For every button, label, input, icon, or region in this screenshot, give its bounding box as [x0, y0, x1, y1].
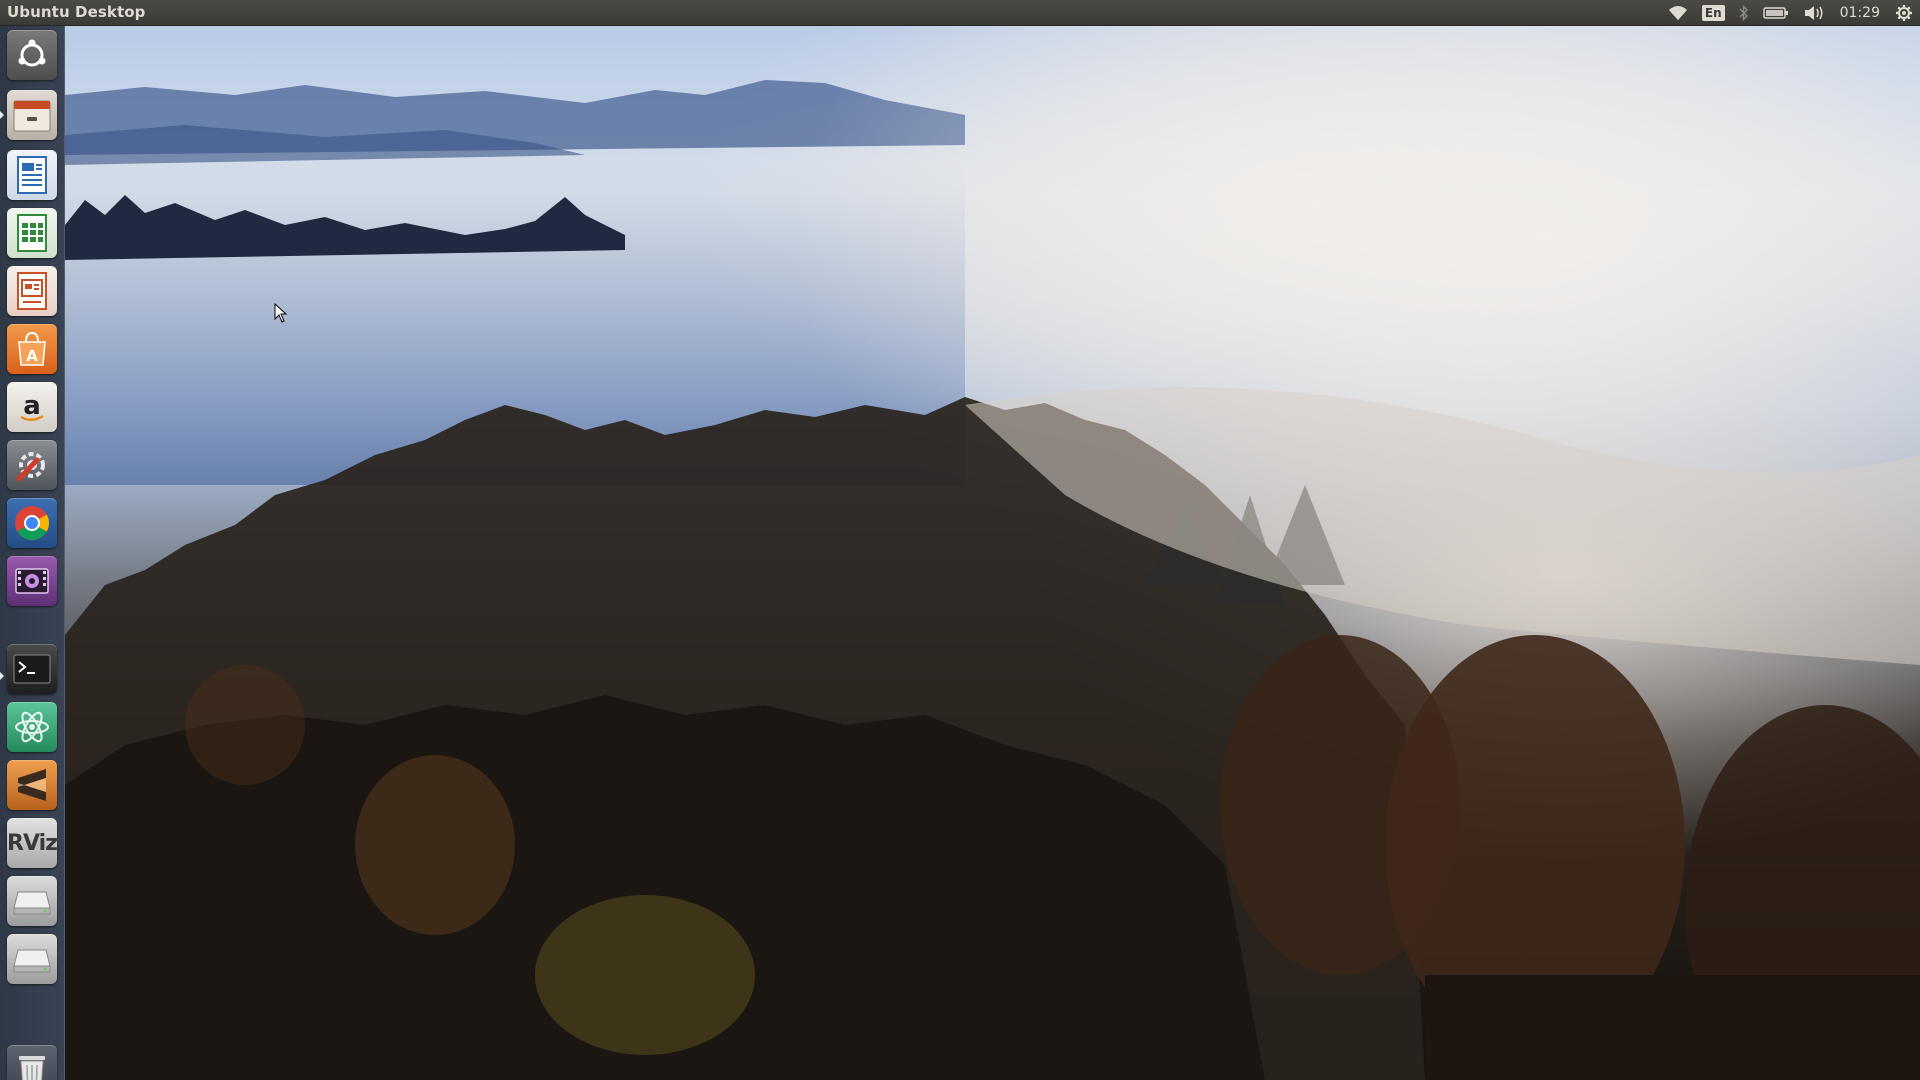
running-indicator [0, 672, 4, 680]
launcher-item-trash[interactable] [7, 1045, 57, 1080]
window-title: Ubuntu Desktop [7, 3, 146, 21]
launcher-item-files[interactable] [7, 90, 57, 140]
file-cabinet-icon [13, 100, 51, 132]
launcher-item-chrome[interactable] [7, 498, 57, 548]
launcher-item-dash[interactable] [7, 30, 57, 80]
launcher-item-impress[interactable] [7, 266, 57, 316]
launcher-item-calc[interactable] [7, 208, 57, 258]
launcher-item-drive-1[interactable] [7, 876, 57, 926]
ubuntu-logo-icon [18, 39, 46, 67]
foggy-forest-landscape [65, 25, 1920, 1080]
calc-spreadsheet-icon [17, 214, 47, 252]
volume-icon[interactable] [1796, 0, 1832, 25]
terminal-prompt-icon [13, 654, 51, 684]
mouse-pointer-icon [274, 303, 288, 323]
launcher-item-sublime[interactable] [7, 760, 57, 810]
chrome-icon [15, 506, 49, 540]
launcher-item-rviz[interactable]: RViz [7, 818, 57, 868]
hard-drive-icon [13, 949, 51, 973]
launcher-item-amazon[interactable]: a [7, 382, 57, 432]
clock[interactable]: 01:29 [1832, 0, 1888, 25]
amazon-a-icon: a [20, 391, 44, 421]
writer-document-icon [17, 156, 47, 194]
rviz-label: RViz [7, 830, 57, 856]
launcher-item-atom[interactable] [7, 702, 57, 752]
launcher-item-drive-2[interactable] [7, 934, 57, 984]
shopping-bag-icon: A [18, 331, 46, 366]
bluetooth-icon[interactable] [1732, 0, 1756, 25]
battery-icon[interactable] [1756, 0, 1796, 25]
keyboard-layout-label: En [1701, 4, 1725, 21]
indicator-area: En 01:29 [1661, 0, 1920, 25]
unity-launcher: A a RViz [0, 25, 65, 1080]
hard-drive-icon [13, 891, 51, 915]
launcher-item-writer[interactable] [7, 150, 57, 200]
launcher-item-software[interactable]: A [7, 324, 57, 374]
keyboard-layout-indicator[interactable]: En [1695, 0, 1732, 25]
wifi-icon[interactable] [1661, 0, 1695, 25]
desktop-wallpaper[interactable] [65, 25, 1920, 1080]
launcher-item-video[interactable] [7, 556, 57, 606]
launcher-item-terminal[interactable] [7, 644, 57, 694]
top-panel: Ubuntu Desktop En 01:29 [0, 0, 1920, 26]
atom-icon [15, 711, 49, 743]
session-gear-icon[interactable] [1888, 0, 1920, 25]
wrench-gear-icon [16, 452, 45, 482]
trash-icon [19, 1056, 45, 1080]
svg-text:a: a [23, 391, 41, 421]
sublime-s-icon [18, 769, 46, 801]
film-camera-icon [15, 568, 49, 594]
running-indicator [0, 111, 4, 119]
impress-presentation-icon [17, 272, 47, 310]
launcher-item-settings[interactable] [7, 440, 57, 490]
svg-text:A: A [26, 347, 38, 365]
